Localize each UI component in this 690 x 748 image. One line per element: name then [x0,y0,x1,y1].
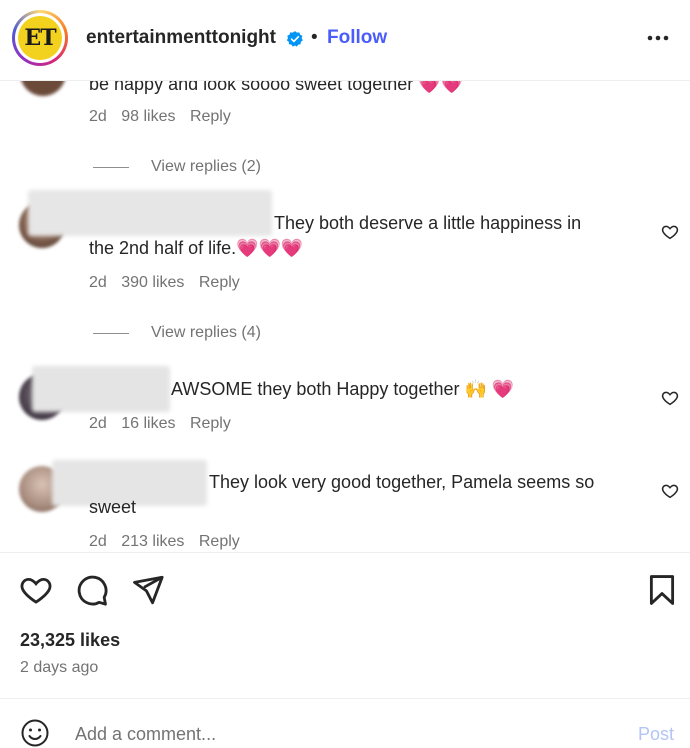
comment-likes[interactable]: 98 likes [121,108,175,125]
follow-button[interactable]: Follow [327,27,387,49]
post-timestamp: 2 days ago [20,659,99,676]
comment-likes[interactable]: 390 likes [121,274,184,291]
share-send-icon[interactable] [131,573,165,607]
comments-list[interactable]: be happy and look soooo sweet together 💗… [0,80,690,552]
comment-time: 2d [89,533,107,550]
reply-button[interactable]: Reply [199,274,240,291]
comment-text: AWSOME they both Happy together 🙌 💗 [171,379,515,399]
like-comment-heart-icon[interactable] [661,389,679,407]
commenter-avatar[interactable] [20,80,66,96]
view-replies-button[interactable]: View replies (2) [151,158,261,176]
view-replies-button[interactable]: View replies (4) [151,324,261,342]
avatar-border: ET [15,13,65,63]
comment-time: 2d [89,274,107,291]
like-comment-heart-icon[interactable] [661,482,679,500]
replies-divider [93,333,129,334]
commenter-username-redacted[interactable] [32,366,170,412]
save-bookmark-icon[interactable] [645,573,679,607]
comment-meta: 2d 16 likes Reply [89,415,241,433]
add-comment-input[interactable] [75,724,615,745]
comment-time: 2d [89,415,107,432]
section-divider [0,552,690,553]
comment-text: be happy and look soooo sweet together 💗… [89,80,464,94]
comment-meta: 2d 213 likes Reply [89,533,250,551]
comment-text-line1: They both deserve a little happiness in [274,213,582,233]
comment-meta: 2d 390 likes Reply [89,274,250,292]
separator-dot: • [311,27,318,48]
replies-divider [93,167,129,168]
post-likes-count[interactable]: 23,325 likes [20,630,120,651]
comment-likes[interactable]: 16 likes [121,415,175,432]
comment-text-line1: They look very good together, Pamela see… [209,472,595,492]
account-username[interactable]: entertainmenttonight [86,27,276,49]
comment-text-line2: sweet [89,497,137,517]
reply-button[interactable]: Reply [190,108,231,125]
comment-text-line2: the 2nd half of life.💗💗💗 [89,238,304,258]
reply-button[interactable]: Reply [199,533,240,550]
verified-badge-icon [286,31,303,47]
commenter-username-redacted[interactable] [28,190,272,236]
like-comment-heart-icon[interactable] [661,223,679,241]
post-comment-button[interactable]: Post [638,724,674,745]
comment-meta: 2d 98 likes Reply [89,108,241,126]
et-logo: ET [18,16,62,60]
like-heart-icon[interactable] [19,573,53,607]
composer-divider [0,698,690,699]
comment-time: 2d [89,108,107,125]
reply-button[interactable]: Reply [190,415,231,432]
comment-likes[interactable]: 213 likes [121,533,184,550]
emoji-picker-icon[interactable] [20,718,50,748]
more-options-icon[interactable] [645,28,671,48]
comment-bubble-icon[interactable] [75,573,109,607]
post-header: ET entertainmenttonight • Follow [0,0,690,81]
account-avatar[interactable]: ET [12,10,68,66]
